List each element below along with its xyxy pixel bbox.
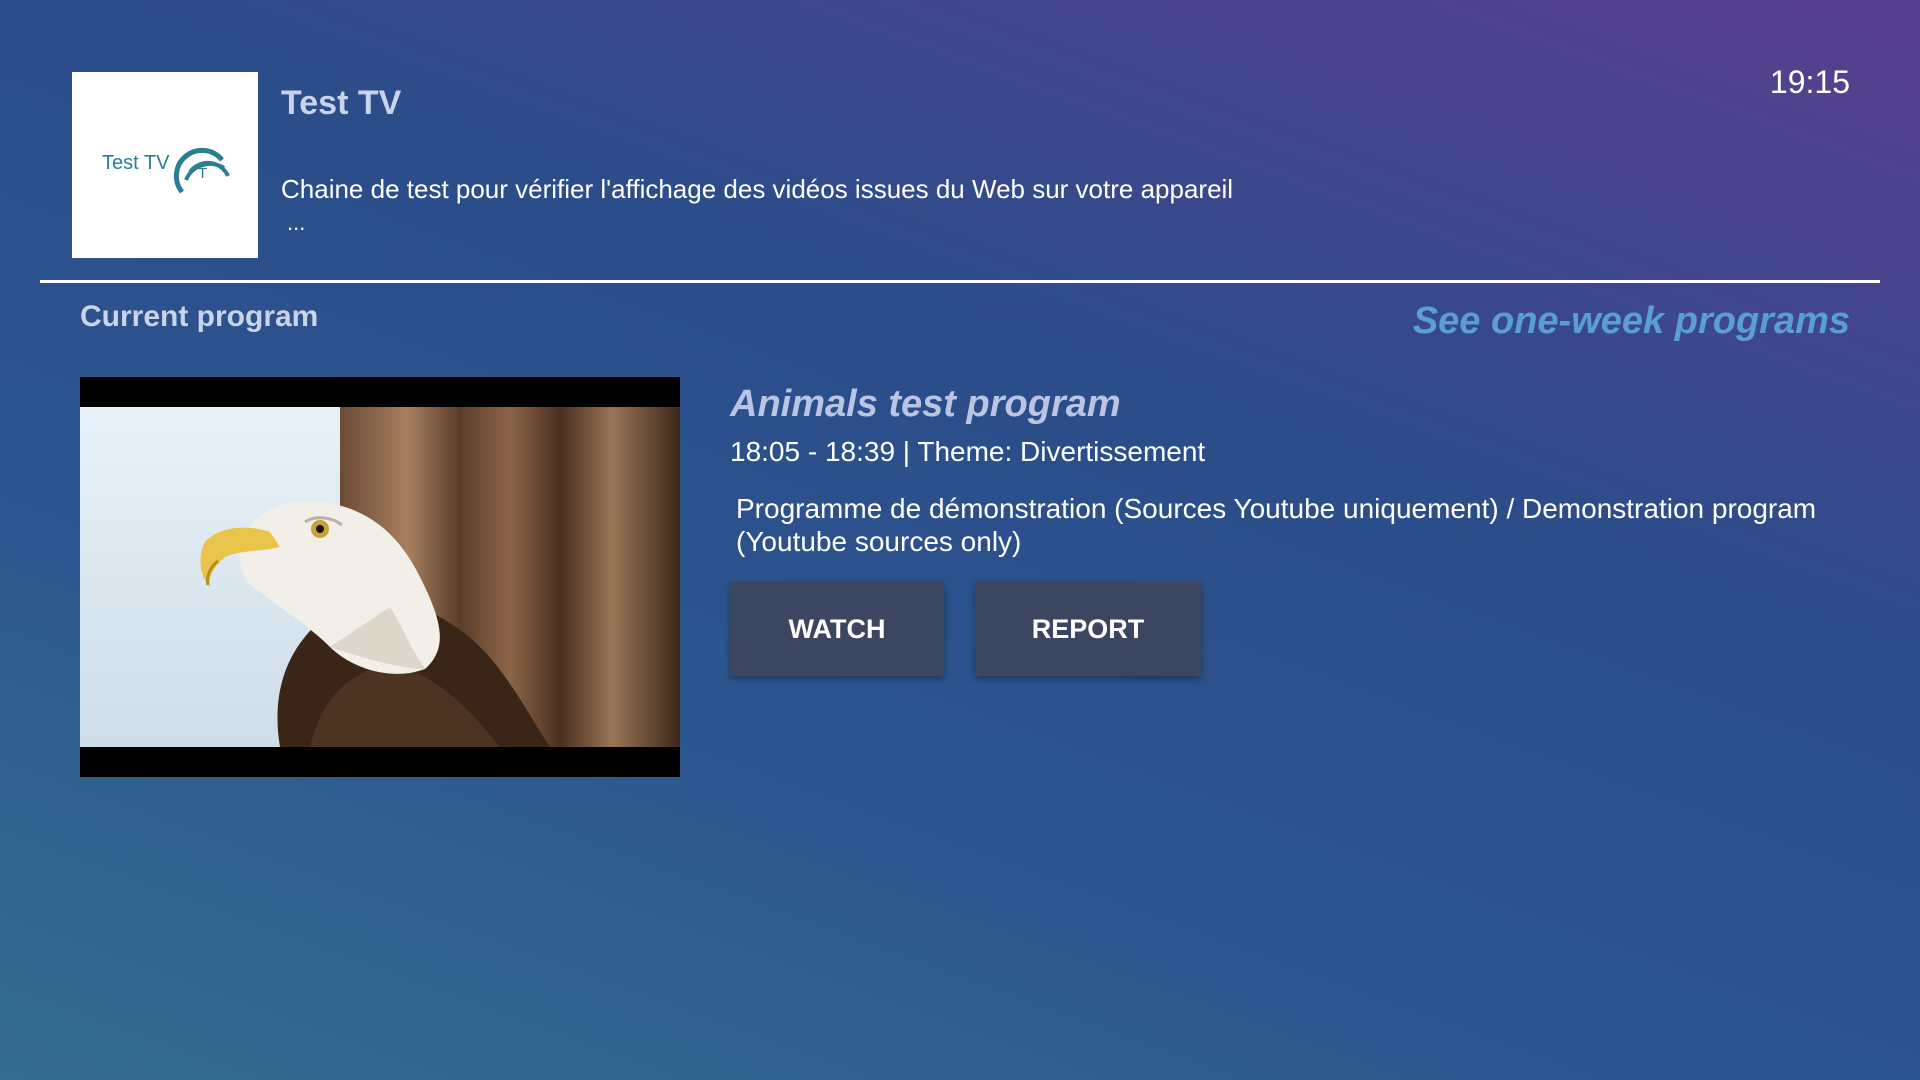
program-time-theme: 18:05 - 18:39 | Theme: Divertissement (730, 436, 1206, 467)
channel-name: Test TV (281, 84, 402, 122)
channel-logo: Test TV T (72, 72, 258, 258)
header-divider (40, 280, 1880, 283)
eagle-image (80, 407, 680, 747)
report-button[interactable]: REPORT (975, 582, 1201, 676)
program-title: Animals test program (730, 383, 1121, 425)
program-description: Programme de démonstration (Sources Yout… (736, 493, 1817, 557)
channel-description-more: ... (287, 210, 306, 235)
watch-button[interactable]: WATCH (730, 582, 944, 676)
program-thumbnail[interactable] (80, 377, 680, 777)
channel-logo-mark: T (173, 147, 230, 194)
channel-description: Chaine de test pour vérifier l'affichage… (281, 174, 1234, 204)
channel-logo-letter: T (198, 165, 207, 182)
current-program-title: Current program (80, 300, 319, 333)
clock: 19:15 (1769, 64, 1850, 100)
see-one-week-programs-link[interactable]: See one-week programs (1413, 300, 1850, 343)
